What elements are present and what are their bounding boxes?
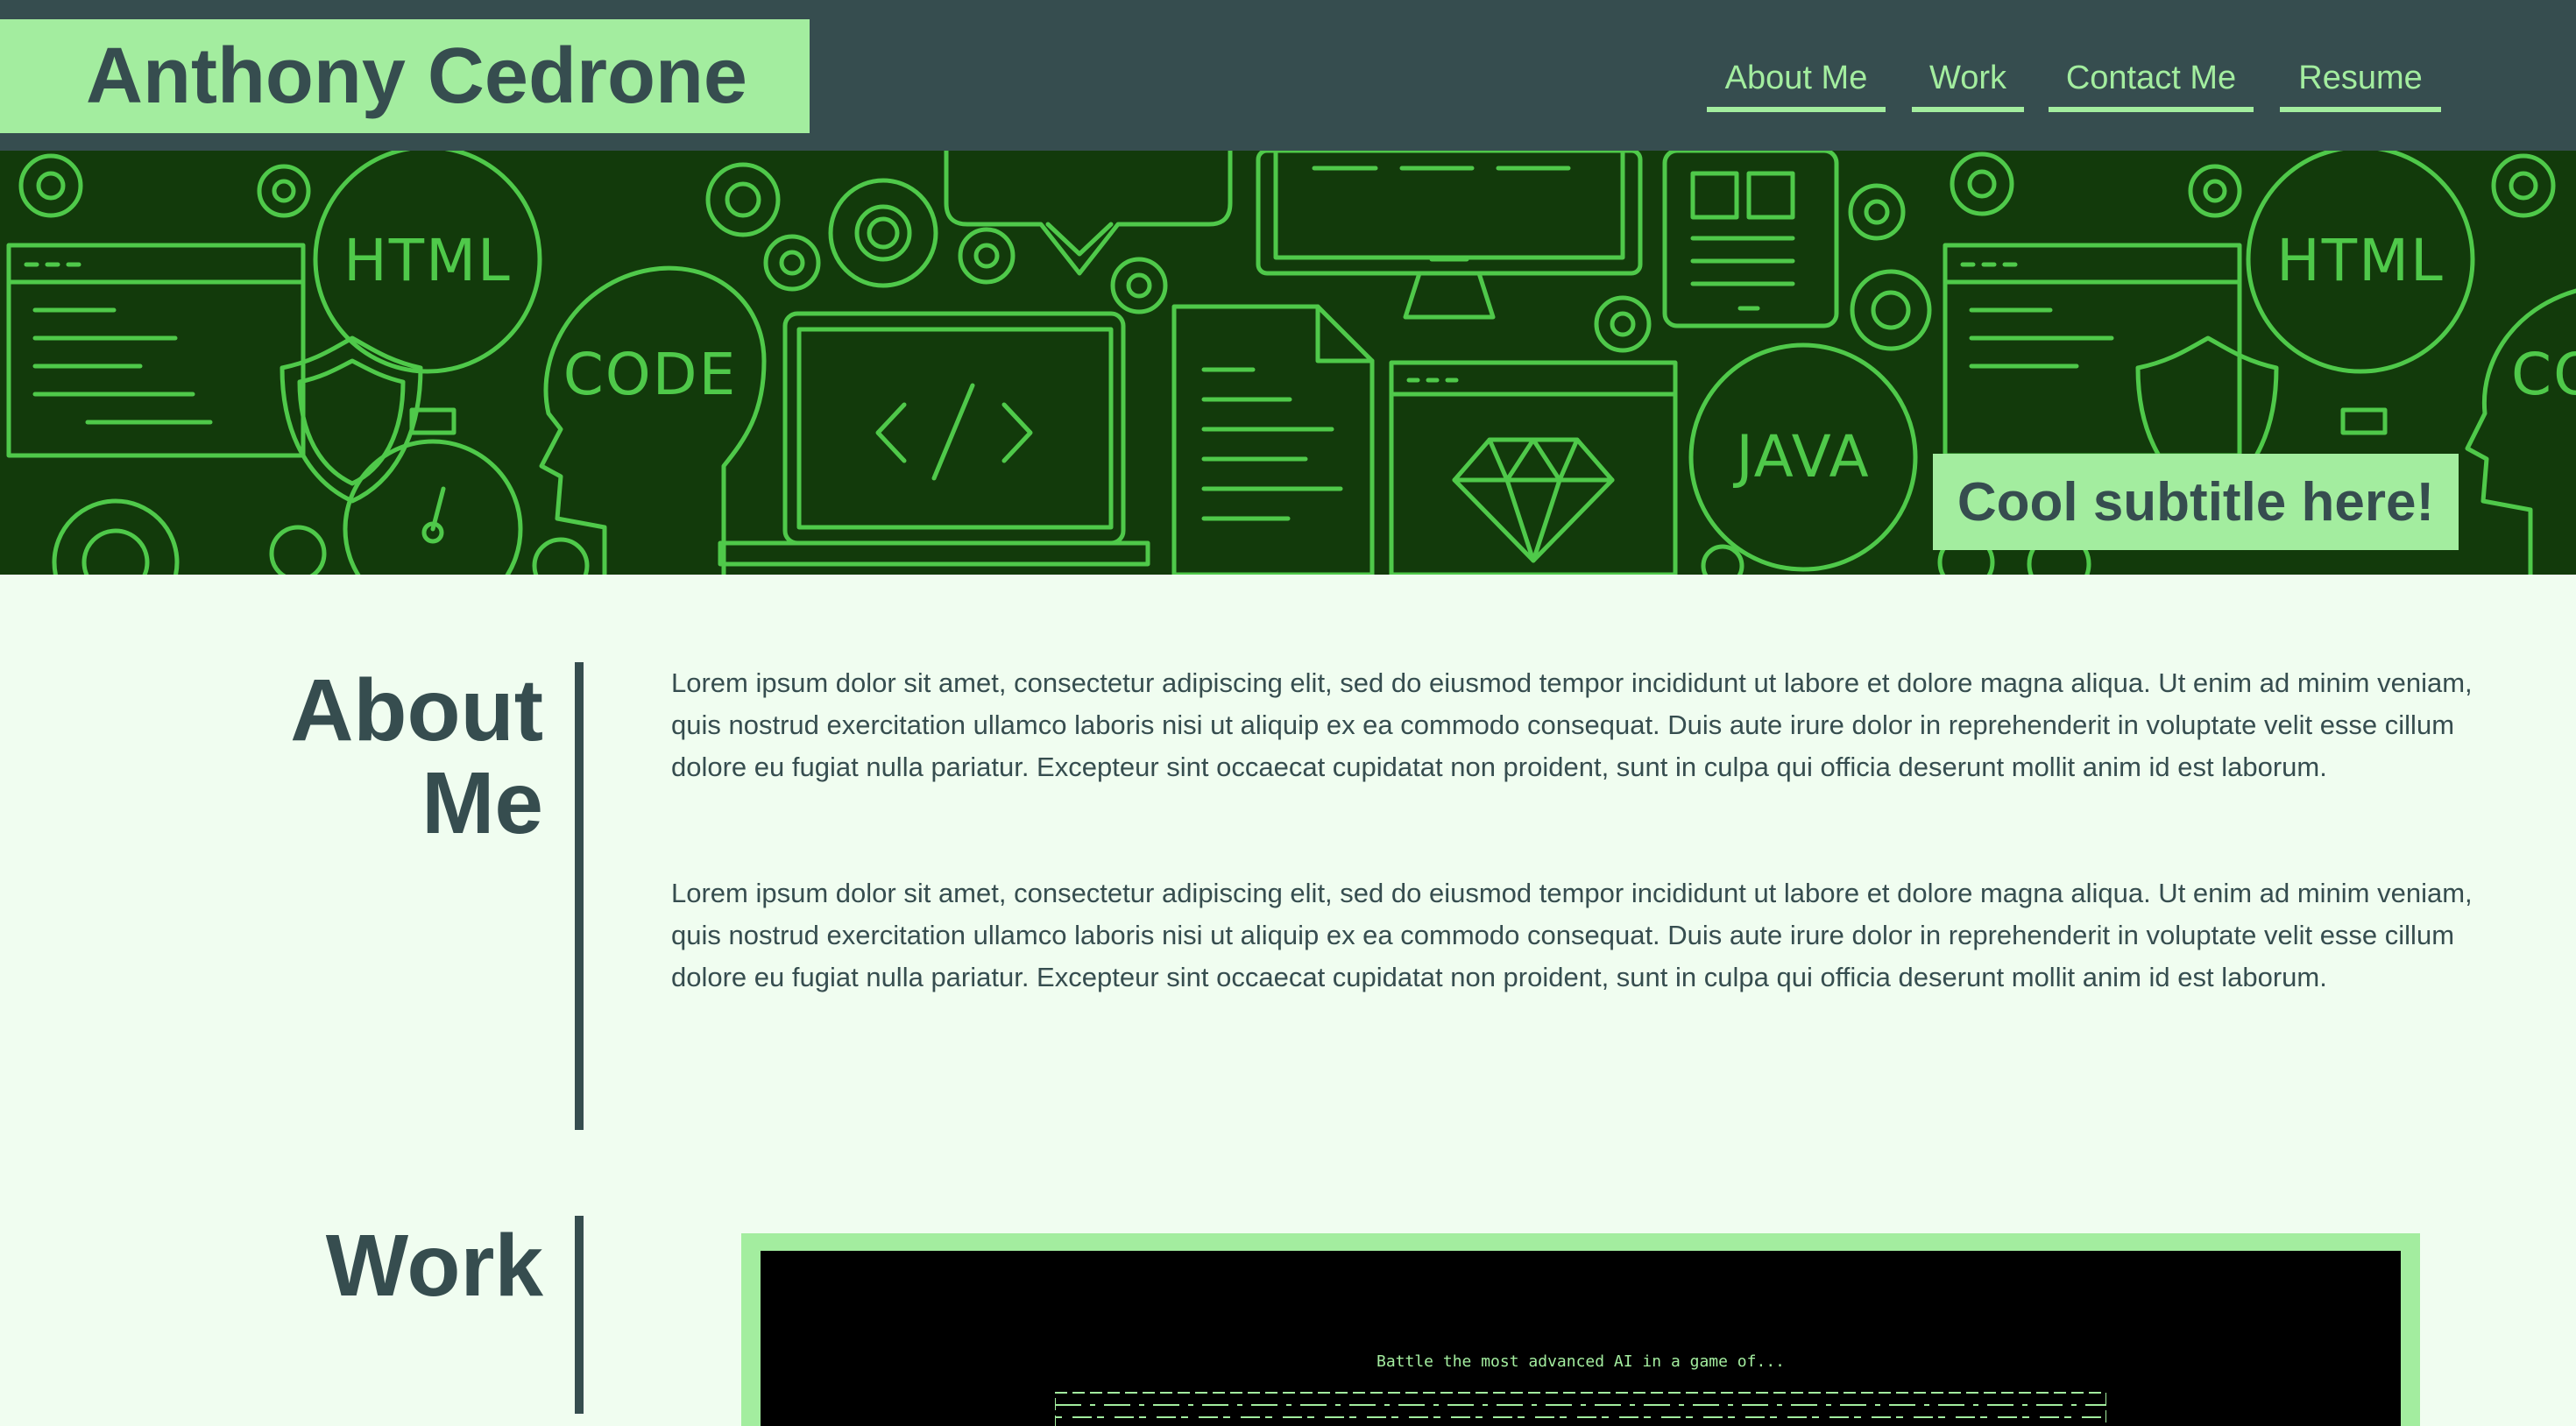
gear-icon [532, 537, 590, 575]
about-me-paragraph-1: Lorem ipsum dolor sit amet, consectetur … [671, 667, 2473, 782]
work-heading: Work [325, 1217, 543, 1315]
document-icon [1171, 304, 1375, 575]
stopwatch-icon [343, 407, 523, 575]
nav-link-contact-me[interactable]: Contact Me [2049, 49, 2254, 112]
gear-icon [958, 227, 1016, 285]
laptop-code-icon [718, 311, 1150, 567]
gear-icon [2188, 164, 2242, 218]
gear-icon [269, 525, 327, 575]
gear-icon [52, 498, 180, 575]
nav-link-about-me[interactable]: About Me [1707, 49, 1886, 112]
banner-word-code: CODE [563, 341, 738, 408]
gear-icon [18, 153, 83, 218]
gear-icon [1701, 544, 1744, 575]
nav-link-resume[interactable]: Resume [2280, 49, 2441, 112]
gear-icon [257, 164, 311, 218]
project-preview[interactable]: Battle the most advanced AI in a game of… [761, 1251, 2401, 1426]
about-me-paragraph-2: Lorem ipsum dolor sit amet, consectetur … [671, 878, 2473, 992]
hero-subtitle: Cool subtitle here! [1933, 454, 2459, 550]
site-name[interactable]: Anthony Cedrone [86, 32, 747, 122]
about-me-divider [575, 662, 584, 1130]
download-arrow-icon [944, 151, 1233, 276]
gear-icon [705, 162, 781, 237]
diamond-icon [1452, 437, 1615, 563]
ascii-art-title [1055, 1392, 2106, 1426]
brand-block[interactable]: Anthony Cedrone [0, 19, 810, 133]
about-me-heading-line2: Me [421, 754, 543, 852]
monitor-icon [1256, 151, 1643, 320]
about-me-heading-line1: About [290, 661, 543, 759]
shield-icon [280, 335, 423, 504]
stopwatch-icon [2340, 407, 2388, 435]
browser-window-icon [6, 243, 306, 458]
browser-window-icon [1389, 360, 1678, 575]
head-icon [539, 265, 767, 575]
banner-word-code-partial: CO [2511, 341, 2576, 408]
project-tagline: Battle the most advanced AI in a game of… [1376, 1352, 1785, 1371]
gear-icon [1950, 152, 2014, 216]
gear-icon [1594, 295, 1652, 353]
gear-icon [763, 234, 821, 292]
gear-icon [828, 178, 938, 288]
gear-icon [1848, 183, 1906, 241]
work-divider [575, 1216, 584, 1414]
head-icon [2465, 288, 2576, 575]
browser-window-icon [1943, 243, 2242, 458]
gear-icon [1110, 257, 1168, 314]
banner-word-java: JAVA [1732, 423, 1870, 491]
about-me-heading: About Me [263, 664, 543, 850]
gear-icon [1850, 269, 1932, 351]
gear-icon [2491, 153, 2556, 218]
tablet-icon [1662, 151, 1839, 328]
nav-link-work[interactable]: Work [1912, 49, 2024, 112]
banner-word-html: HTML [343, 227, 512, 294]
banner-word-html-repeat: HTML [2276, 227, 2445, 294]
site-header: Anthony Cedrone About Me Work Contact Me… [0, 0, 2576, 151]
